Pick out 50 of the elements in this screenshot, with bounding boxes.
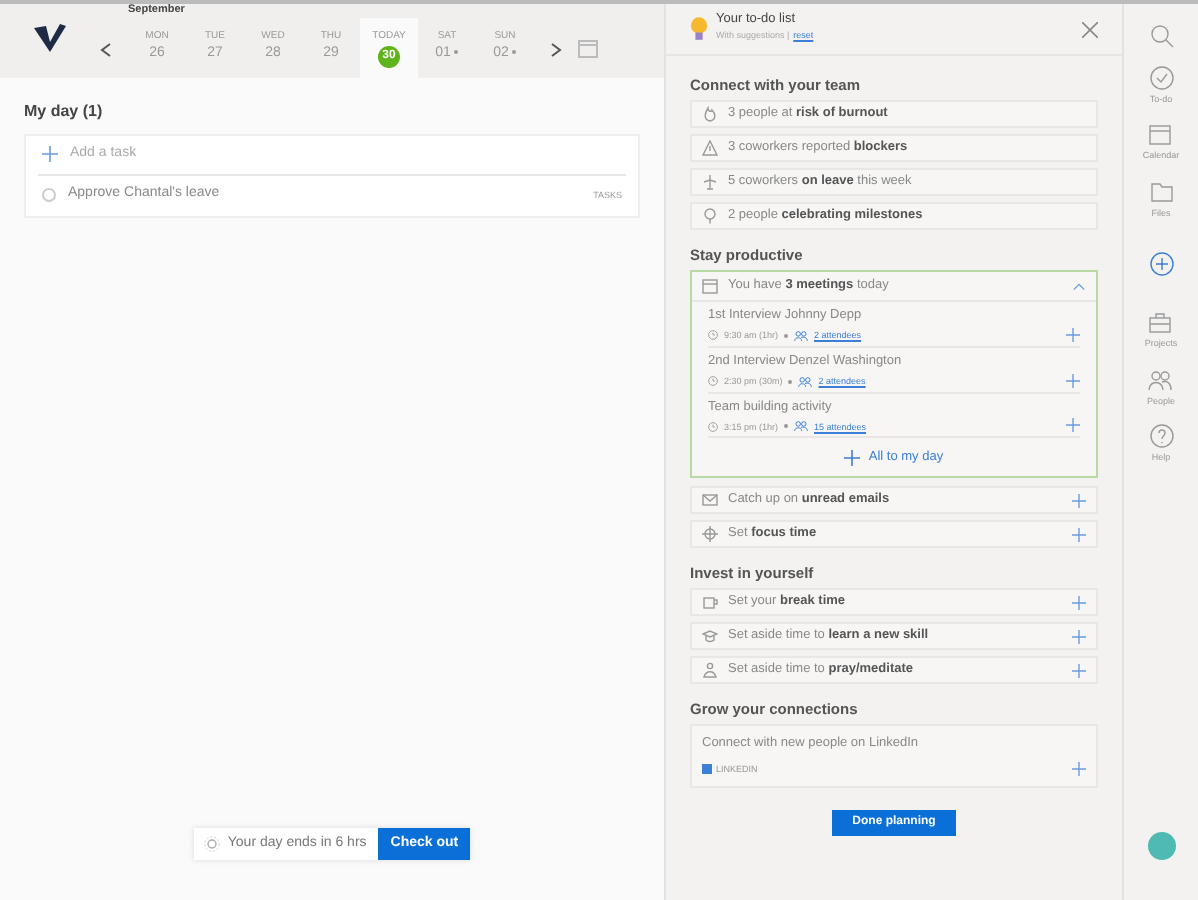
- chevron-icon[interactable]: [1072, 281, 1086, 291]
- separator-dot: [784, 333, 789, 338]
- crosshair-icon: [702, 526, 718, 543]
- help-icon: [1149, 423, 1173, 448]
- briefcase-icon: [1148, 310, 1173, 335]
- task-checkbox[interactable]: [42, 188, 56, 203]
- close-icon[interactable]: [1082, 21, 1098, 37]
- plus-icon: [844, 449, 861, 466]
- plus-icon[interactable]: [1072, 595, 1086, 610]
- plus-icon[interactable]: [1072, 493, 1086, 508]
- section-title: My day (1): [24, 102, 105, 122]
- clock-icon: [708, 376, 718, 387]
- clock-icon: [708, 421, 718, 432]
- folder-icon: [1149, 179, 1173, 204]
- add-icon[interactable]: [1149, 252, 1173, 277]
- checkmark-circle-icon: [1149, 66, 1173, 90]
- linkedin-icon: [702, 764, 712, 775]
- plus-icon[interactable]: [42, 146, 58, 163]
- airplane-icon: [702, 174, 718, 190]
- tree-icon: [702, 208, 718, 224]
- envelope-icon: [702, 492, 718, 509]
- cup-icon: [702, 594, 718, 611]
- people-icon: [794, 329, 809, 342]
- logo-icon: [32, 22, 68, 54]
- calendar-icon[interactable]: [578, 38, 598, 58]
- plus-icon[interactable]: [1072, 629, 1086, 644]
- people-icon: [794, 420, 809, 433]
- separator-dot: [784, 424, 789, 429]
- graduation-cap-icon: [702, 628, 718, 645]
- warning-icon: [702, 140, 718, 156]
- avatar[interactable]: [1147, 832, 1175, 860]
- previous-icon[interactable]: [100, 42, 112, 58]
- plus-icon[interactable]: [1066, 373, 1080, 388]
- flame-icon: [702, 106, 718, 122]
- meditation-icon: [702, 662, 718, 679]
- plus-icon[interactable]: [1072, 527, 1086, 542]
- people-icon: [798, 375, 813, 388]
- plus-icon[interactable]: [1066, 327, 1080, 342]
- separator-dot: [788, 379, 793, 384]
- plus-icon[interactable]: [1066, 418, 1080, 433]
- sun-icon: [203, 836, 220, 852]
- calendar-icon: [702, 278, 718, 294]
- plus-icon[interactable]: [1072, 663, 1086, 678]
- search-icon[interactable]: [1149, 24, 1173, 48]
- plus-icon[interactable]: [1072, 762, 1086, 777]
- people-icon: [1148, 367, 1173, 392]
- clock-icon: [708, 330, 718, 341]
- calendar-icon: [1148, 122, 1173, 147]
- next-icon[interactable]: [550, 42, 562, 58]
- lightbulb-icon: [690, 16, 708, 42]
